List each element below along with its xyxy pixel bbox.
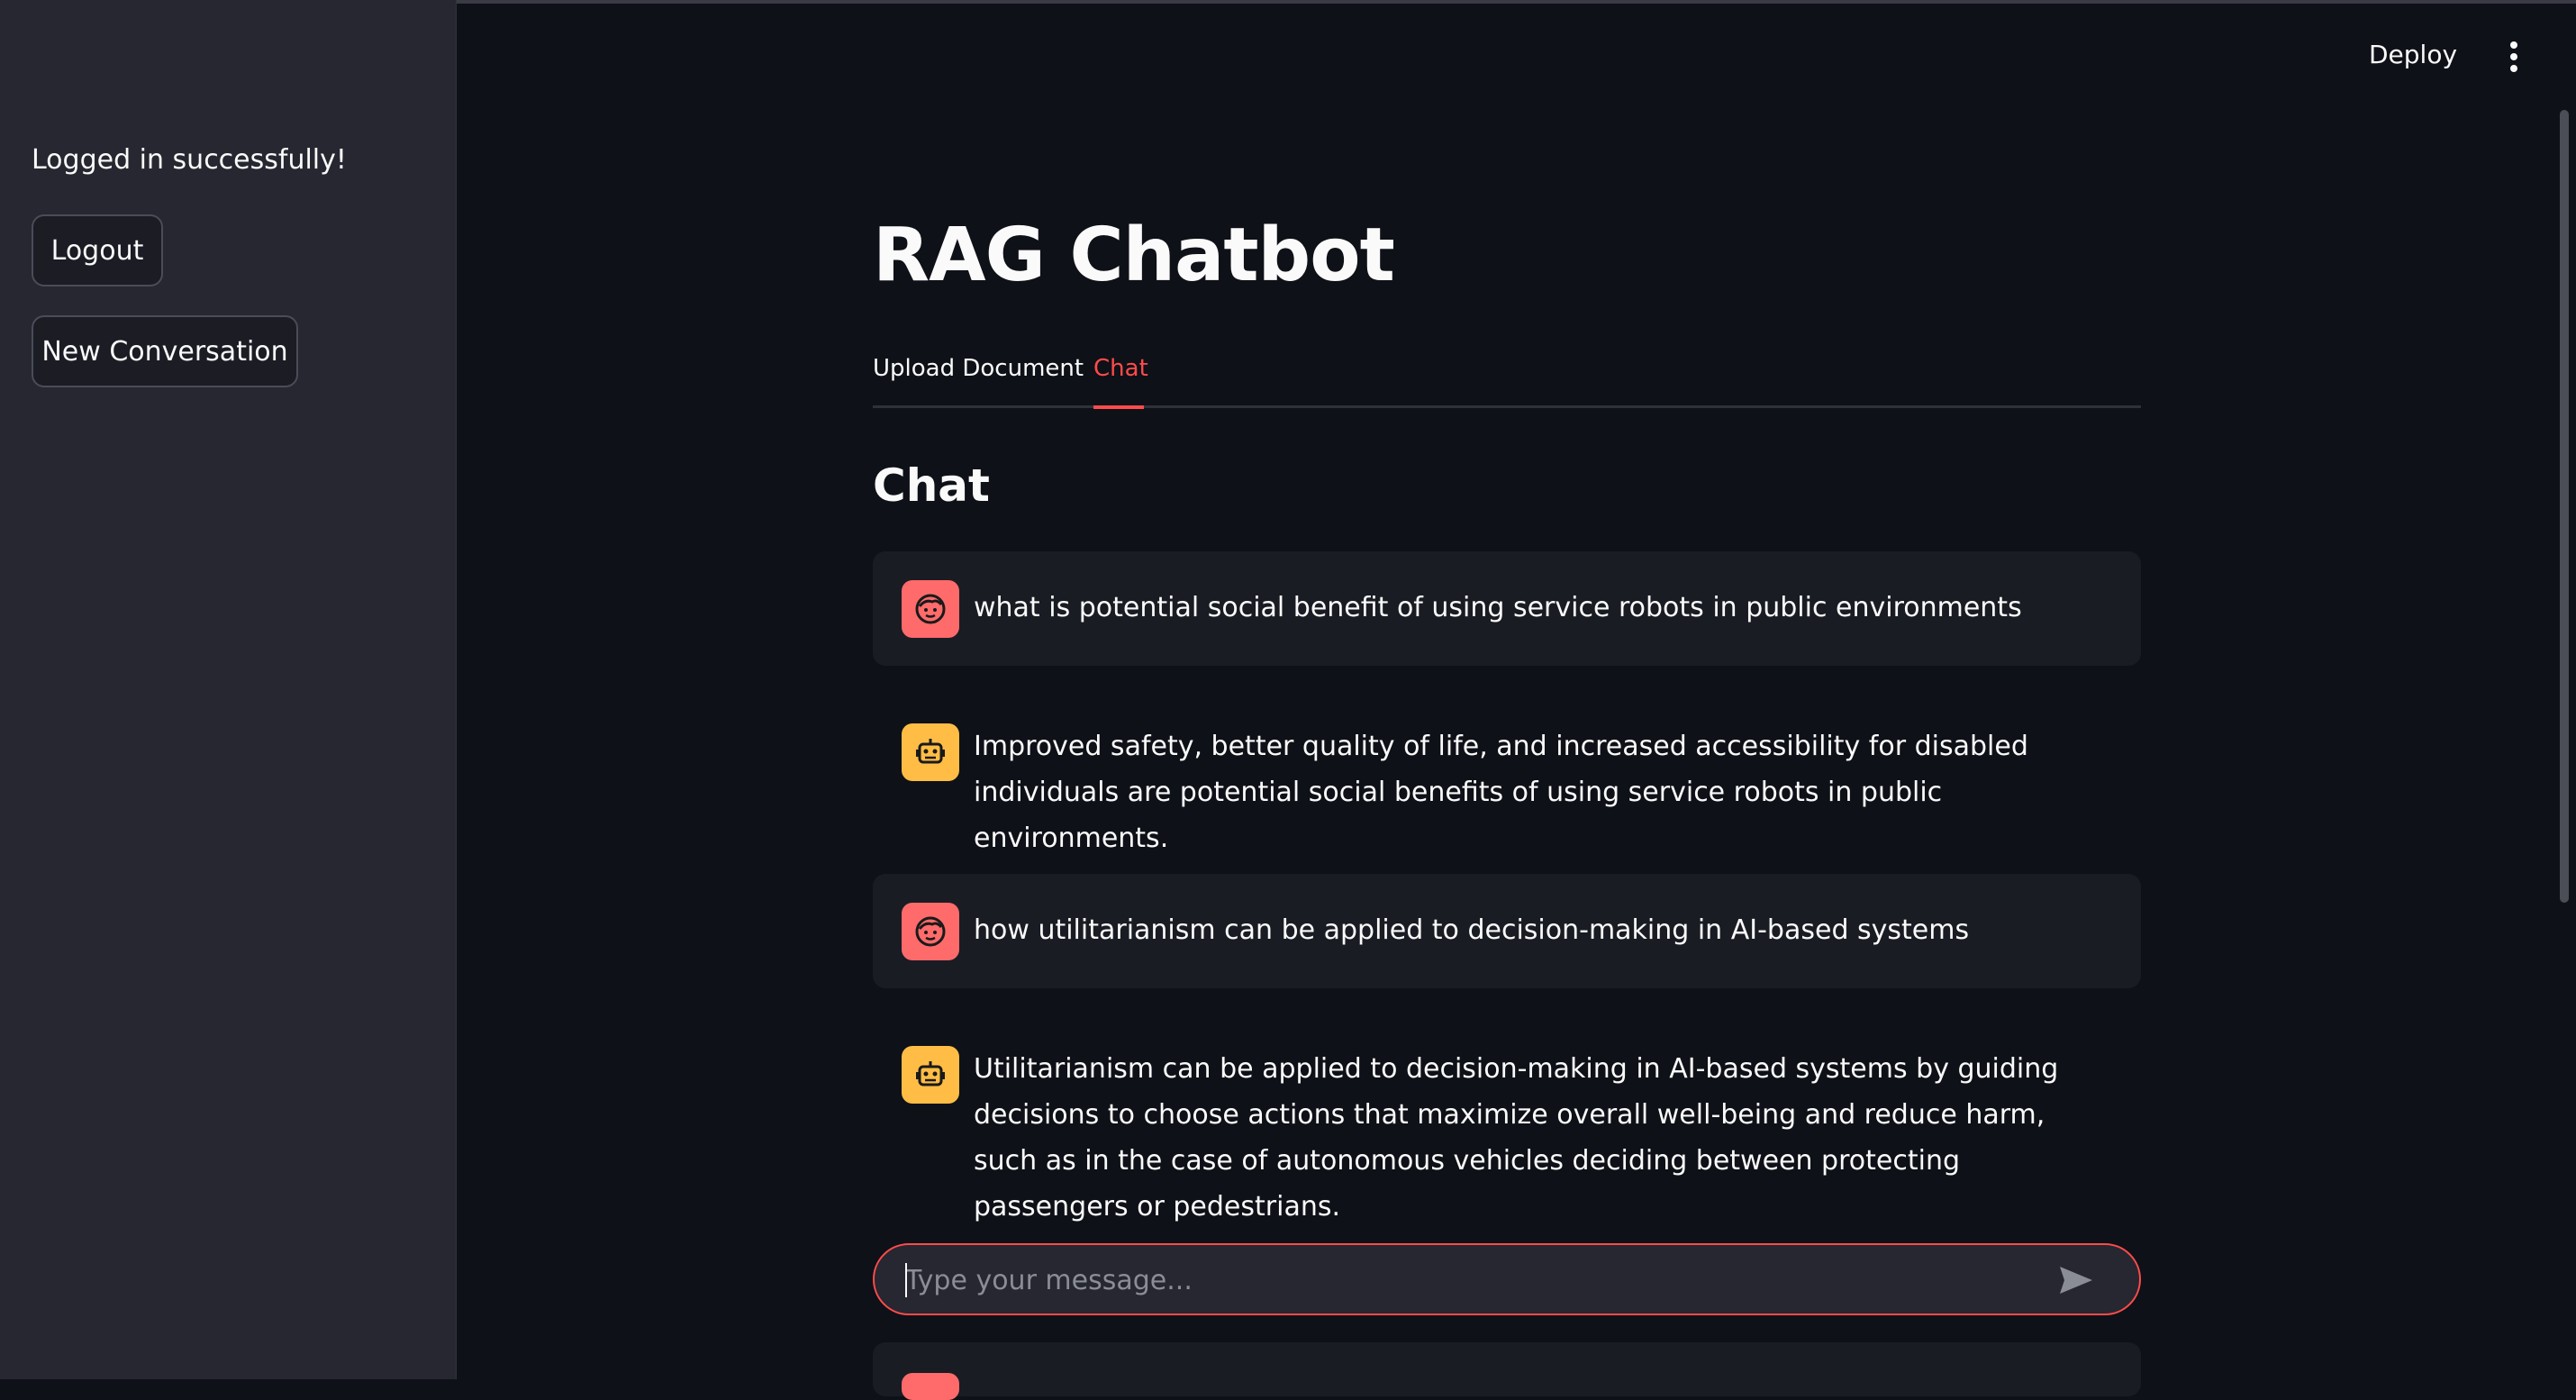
chat-message-user: what is potential social benefit of usin…: [873, 551, 2141, 666]
kebab-menu-icon[interactable]: [2508, 41, 2520, 72]
tab-upload-document[interactable]: Upload Document: [873, 355, 1084, 382]
chat-message-user-partial: [873, 1342, 2141, 1400]
message-text: Utilitarianism can be applied to decisio…: [974, 1053, 2059, 1223]
main-scrollbar[interactable]: [2560, 110, 2569, 903]
deploy-button[interactable]: Deploy: [2369, 40, 2457, 69]
user-face-icon: [902, 903, 959, 960]
chat-message-assistant: Utilitarianism can be applied to decisio…: [873, 1022, 2141, 1223]
robot-icon: [902, 723, 959, 781]
message-text: how utilitarianism can be applied to dec…: [974, 914, 1970, 946]
tab-chat[interactable]: Chat: [1093, 355, 1148, 382]
tab-divider: [873, 405, 2141, 408]
tab-bar: Upload Document Chat: [873, 355, 2141, 411]
chat-input-box: [873, 1243, 2141, 1315]
chat-message-user: how utilitarianism can be applied to dec…: [873, 874, 2141, 988]
robot-icon: [902, 1046, 959, 1104]
page-title: RAG Chatbot: [873, 213, 1395, 298]
login-status-text: Logged in successfully!: [32, 144, 347, 176]
chat-message-input[interactable]: [903, 1258, 2033, 1303]
send-icon[interactable]: [2053, 1258, 2100, 1303]
message-text: Improved safety, better quality of life,…: [974, 731, 2028, 854]
message-text: what is potential social benefit of usin…: [974, 592, 2022, 623]
user-face-icon: [902, 1373, 959, 1400]
new-conversation-button[interactable]: New Conversation: [32, 315, 298, 387]
section-title: Chat: [873, 459, 990, 512]
active-tab-indicator: [1093, 405, 1144, 409]
user-face-icon: [902, 580, 959, 638]
sidebar: Logged in successfully! Logout New Conve…: [0, 0, 457, 1379]
text-cursor: [905, 1263, 907, 1297]
chat-message-assistant: Improved safety, better quality of life,…: [873, 699, 2141, 854]
logout-button[interactable]: Logout: [32, 214, 163, 286]
